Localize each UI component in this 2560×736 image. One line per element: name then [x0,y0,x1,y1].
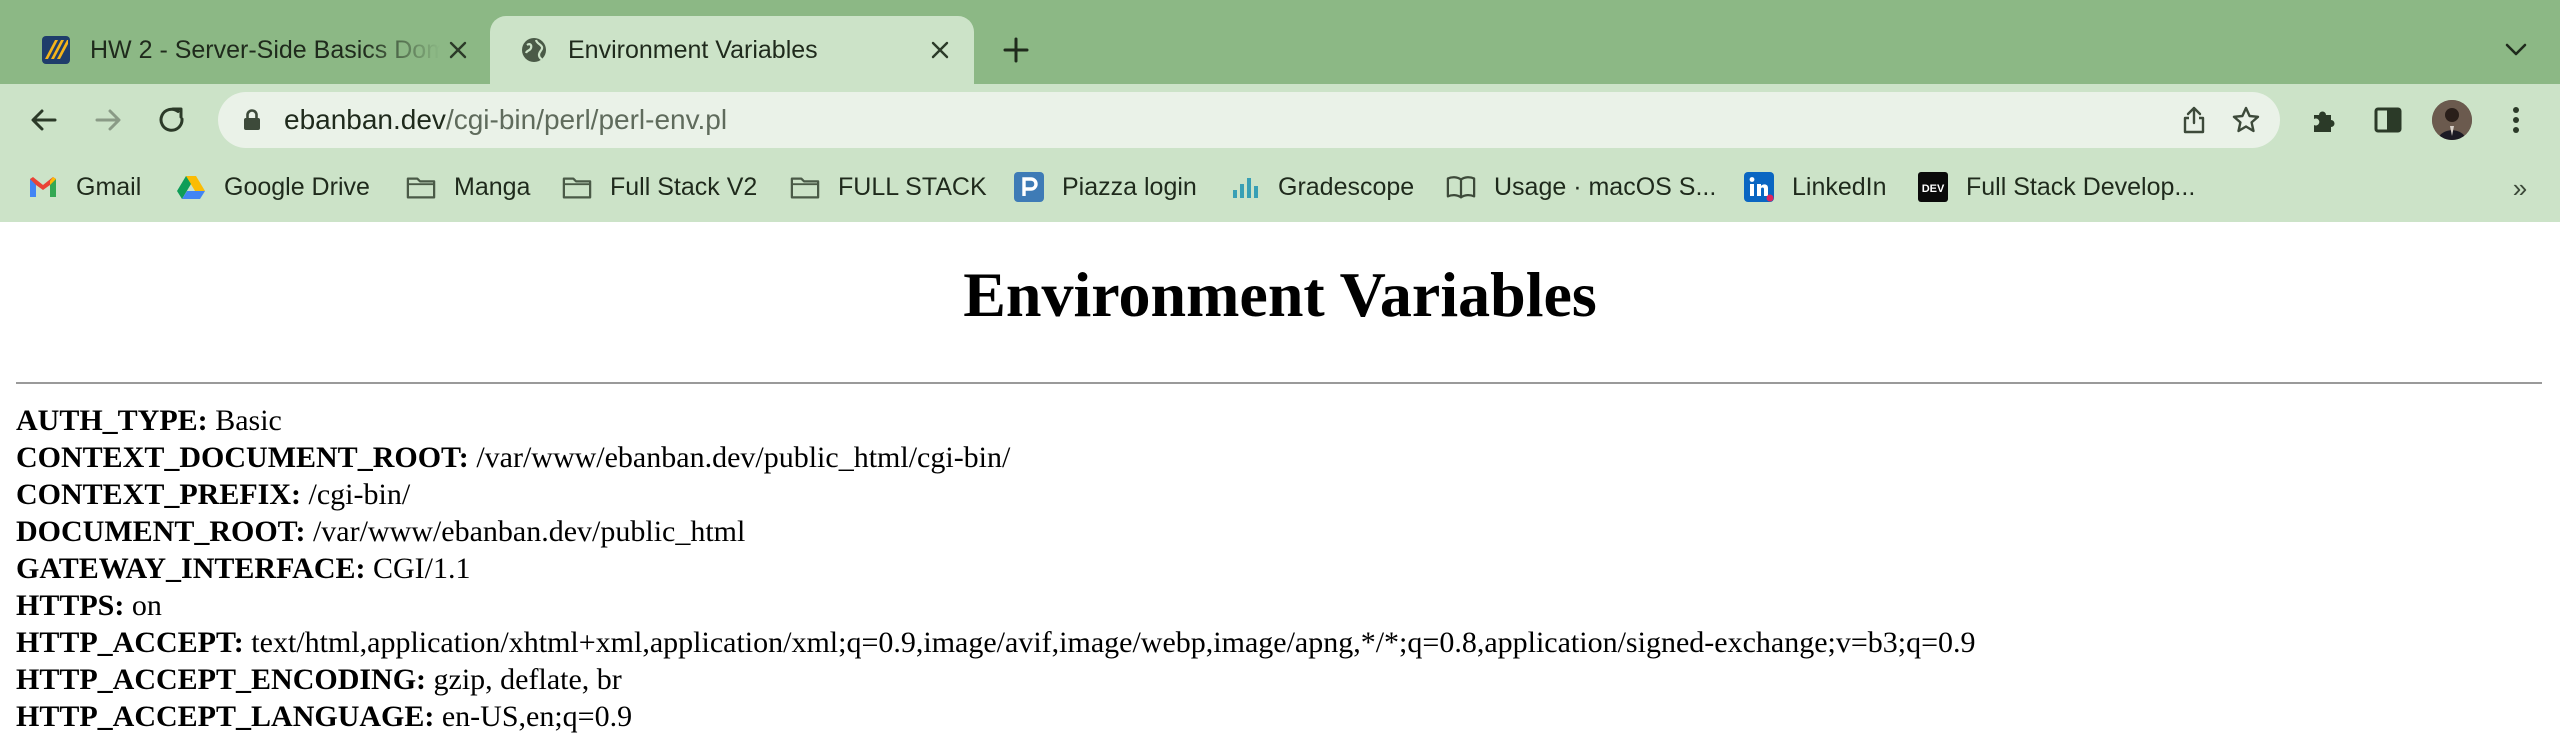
close-tab-icon[interactable] [440,32,476,68]
folder-icon [406,172,436,202]
piazza-icon [1014,172,1044,202]
bookmark-label: Manga [454,172,531,201]
reload-icon [159,107,184,132]
env-variable-row: AUTH_TYPE: Basic [16,402,1976,439]
bookmark-manga[interactable]: Manga [406,156,530,218]
chevron-down-icon [2505,43,2527,56]
new-tab-button[interactable] [996,30,1036,70]
env-value: CGI/1.1 [373,552,471,585]
env-variable-row: CONTEXT_PREFIX: /cgi-bin/ [16,476,1976,513]
env-value: /var/www/ebanban.dev/public_html [312,515,746,548]
book-icon [1446,172,1476,202]
env-value: /var/www/ebanban.dev/public_html/cgi-bin… [476,441,1011,474]
bookmark-label: Gradescope [1278,172,1415,201]
tab-title: Environment Variables [568,35,818,64]
bookmarks-overflow-chevron-icon[interactable]: » [2500,168,2540,208]
bookmark-gradescope[interactable]: Gradescope [1230,156,1414,218]
bookmark-google-drive[interactable]: Google Drive [176,156,370,218]
env-key: GATEWAY_INTERFACE: [16,552,366,585]
share-icon[interactable] [2176,102,2212,138]
bookmark-piazza-login[interactable]: Piazza login [1014,156,1197,218]
bookmark-star-icon[interactable] [2228,102,2264,138]
bookmark-label: Full Stack Develop... [1966,172,2196,201]
folder-icon [790,172,820,202]
env-variable-list: AUTH_TYPE: Basic CONTEXT_DOCUMENT_ROOT: … [16,402,1976,735]
env-key: HTTPS: [16,589,125,622]
env-value: Basic [215,404,282,437]
bookmark-label: LinkedIn [1792,172,1887,201]
close-tab-icon[interactable] [922,32,958,68]
env-variable-row: HTTP_ACCEPT: text/html,application/xhtml… [16,624,1976,661]
env-variable-row: GATEWAY_INTERFACE: CGI/1.1 [16,550,1976,587]
tab-title: HW 2 - Server-Side Basics Domain [90,35,440,64]
page-title: Environment Variables [963,259,1597,330]
env-value: text/html,application/xhtml+xml,applicat… [251,626,1976,659]
env-key: HTTP_ACCEPT: [16,626,244,659]
env-value: gzip, deflate, br [433,663,622,696]
env-variable-row: HTTP_ACCEPT_ENCODING: gzip, deflate, br [16,661,1976,698]
bookmark-linkedin[interactable]: LinkedIn [1744,156,1887,218]
back-arrow-icon [31,109,57,131]
bookmark-label: Full Stack V2 [610,172,758,201]
dev-icon: DEV [1918,172,1948,202]
bookmark-full-stack-v2[interactable]: Full Stack V2 [562,156,757,218]
lock-icon[interactable] [240,108,264,132]
env-key: HTTP_ACCEPT_ENCODING: [16,663,427,696]
bookmark-full-stack-develop[interactable]: DEV Full Stack Develop... [1918,156,2195,218]
back-button[interactable] [22,98,66,142]
env-key: CONTEXT_DOCUMENT_ROOT: [16,441,469,474]
address-bar[interactable]: ebanban.dev/cgi-bin/perl/perl-env.pl [218,92,2280,148]
env-variable-row: CONTEXT_DOCUMENT_ROOT: /var/www/ebanban.… [16,439,1976,476]
env-key: DOCUMENT_ROOT: [16,515,306,548]
bookmark-label: Usage · macOS S... [1494,172,1717,201]
reload-button[interactable] [150,98,194,142]
profile-avatar[interactable] [2432,100,2472,140]
extensions-puzzle-icon[interactable] [2302,98,2346,142]
url-text[interactable]: ebanban.dev/cgi-bin/perl/perl-env.pl [284,92,727,148]
bookmark-label: Piazza login [1062,172,1197,201]
forward-arrow-icon [95,109,121,131]
plus-icon [1003,37,1029,63]
side-panel-icon[interactable] [2366,98,2410,142]
url-path: /cgi-bin/perl/perl-env.pl [445,104,728,135]
env-variable-row: DOCUMENT_ROOT: /var/www/ebanban.dev/publ… [16,513,1976,550]
bookmark-full-stack[interactable]: FULL STACK [790,156,987,218]
divider [16,382,2542,384]
gmail-icon [28,172,58,202]
google-drive-icon [176,172,206,202]
stripes-logo-icon [40,34,72,66]
bookmarks-bar: Gmail Google Drive Manga Full Stack V2 F… [0,156,2560,223]
globe-icon [518,34,550,66]
linkedin-icon [1744,172,1774,202]
page-content: Environment Variables AUTH_TYPE: Basic C… [0,222,2560,736]
tab-search-button[interactable] [2496,30,2536,70]
tab-environment-variables[interactable]: Environment Variables [490,16,974,84]
env-variable-row: HTTP_ACCEPT_LANGUAGE: en-US,en;q=0.9 [16,698,1976,735]
tab-hw2[interactable]: HW 2 - Server-Side Basics Domain [22,16,492,84]
env-key: HTTP_ACCEPT_LANGUAGE: [16,700,435,733]
env-variable-row: HTTPS: on [16,587,1976,624]
env-key: CONTEXT_PREFIX: [16,478,302,511]
bookmark-usage-macos[interactable]: Usage · macOS S... [1446,156,1716,218]
kebab-menu-icon[interactable] [2494,98,2538,142]
env-value: /cgi-bin/ [308,478,411,511]
url-host: ebanban.dev [284,104,446,135]
bookmark-label: Gmail [76,172,142,201]
forward-button[interactable] [86,98,130,142]
tab-strip: HW 2 - Server-Side Basics Domain Environ… [0,0,2560,84]
svg-text:DEV: DEV [1922,183,1945,195]
bookmark-label: FULL STACK [838,172,987,201]
bookmark-label: Google Drive [224,172,370,201]
env-value: on [131,589,162,622]
bookmark-gmail[interactable]: Gmail [28,156,141,218]
browser-toolbar: ebanban.dev/cgi-bin/perl/perl-env.pl [0,84,2560,156]
env-value: en-US,en;q=0.9 [441,700,633,733]
env-key: AUTH_TYPE: [16,404,208,437]
folder-icon [562,172,592,202]
gradescope-icon [1230,172,1260,202]
